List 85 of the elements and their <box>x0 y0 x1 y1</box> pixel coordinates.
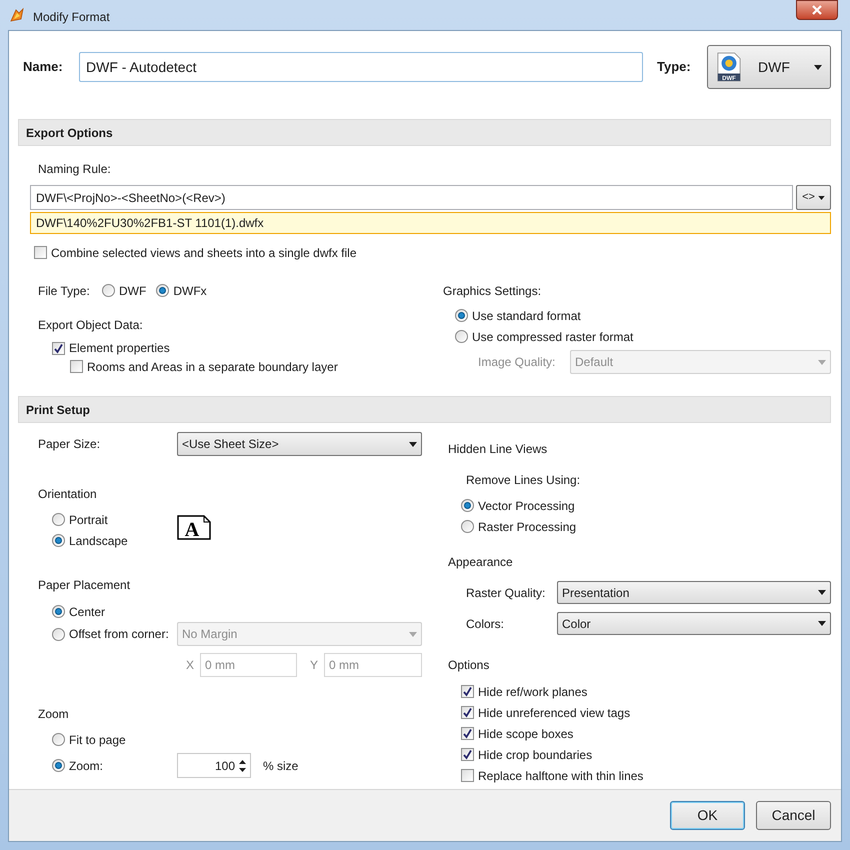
radio-button[interactable] <box>52 513 65 526</box>
caret-icon <box>409 632 417 636</box>
radio-label: Portrait <box>69 512 108 528</box>
field-label: Orientation <box>38 486 98 502</box>
radio-label: DWF <box>119 282 146 300</box>
window-title: Modify Format <box>33 9 110 26</box>
radio-button[interactable] <box>102 284 115 297</box>
naming-rule-field[interactable]: DWF\<ProjNo>-<SheetNo>(<Rev>) <box>30 185 793 210</box>
close-button[interactable] <box>796 0 838 20</box>
insert-button[interactable]: <> <box>796 185 831 210</box>
spin-field[interactable]: 100 <box>177 753 251 778</box>
field-label: Y <box>310 657 320 674</box>
preview-field: DWF\140%2FU30%2FB1-ST 1101(1).dwfx <box>30 212 831 234</box>
checkbox-label: Replace halftone with thin lines <box>478 768 644 784</box>
field-label: Name: <box>23 58 64 76</box>
dialog-button[interactable]: OK <box>670 801 745 830</box>
radio-label: Vector Processing <box>478 498 575 514</box>
field-label: Hidden Line Views <box>448 441 548 457</box>
checkbox[interactable] <box>34 246 47 259</box>
checkbox[interactable] <box>70 360 83 374</box>
radio-label: Center <box>69 604 106 620</box>
caret-icon <box>814 64 822 70</box>
checkbox-label: Combine selected views and sheets into a single dwfx file <box>51 244 356 262</box>
checkbox-label: Hide scope boxes <box>478 726 574 742</box>
section-header: Export Options <box>18 119 831 146</box>
caret-icon <box>818 360 826 364</box>
field-label: Image Quality: <box>478 354 556 371</box>
field-label: Colors: <box>466 616 506 632</box>
radio-label: Offset from corner: <box>69 626 169 643</box>
dropdown[interactable]: Presentation <box>557 581 831 604</box>
orientation-icon: A <box>177 515 211 540</box>
field-label: Type: <box>657 58 692 76</box>
field-label: Graphics Settings: <box>443 282 542 300</box>
radio-label: DWFx <box>173 282 207 300</box>
field-label: Paper Size: <box>38 436 102 453</box>
checkbox-label: Hide unreferenced view tags <box>478 704 630 722</box>
dropdown[interactable]: Color <box>557 612 831 635</box>
radio-button[interactable] <box>52 759 65 772</box>
field-label: X <box>186 657 196 674</box>
caret-icon <box>818 196 825 200</box>
caret-icon <box>818 621 826 626</box>
radio-button[interactable] <box>455 309 468 322</box>
caret-icon <box>818 590 826 595</box>
app-icon <box>9 7 25 23</box>
caret-icon <box>409 442 417 446</box>
radio-label: Zoom: <box>69 758 104 774</box>
radio-label: Use compressed raster format <box>472 328 634 346</box>
checkbox[interactable] <box>461 769 474 782</box>
field-label: Raster Quality: <box>466 584 546 602</box>
field-label: Export Object Data: <box>38 317 144 334</box>
checkbox[interactable] <box>461 748 474 761</box>
radio-label: Raster Processing <box>478 518 576 536</box>
radio-button[interactable] <box>52 628 65 640</box>
field-label: Appearance <box>448 554 514 570</box>
dialog-button[interactable]: Cancel <box>756 801 831 830</box>
checkbox-label: Element properties <box>69 340 170 357</box>
radio-label: Use standard format <box>472 308 581 324</box>
close-icon <box>812 5 822 15</box>
checkbox[interactable] <box>461 727 474 740</box>
checkbox[interactable] <box>52 342 65 354</box>
name-field[interactable]: DWF - Autodetect <box>79 52 643 82</box>
radio-button[interactable] <box>156 284 170 297</box>
radio-label: Fit to page <box>69 732 126 748</box>
field-label: Options <box>448 657 490 673</box>
checkbox-label: Hide ref/work planes <box>478 684 588 700</box>
section-header: Print Setup <box>18 396 831 423</box>
radio-button[interactable] <box>52 605 65 618</box>
radio-button[interactable] <box>455 330 468 343</box>
unit-label: % size <box>263 758 298 774</box>
field-label: File Type: <box>38 282 91 300</box>
field-label: Remove Lines Using: <box>466 472 582 488</box>
radio-button[interactable] <box>52 733 65 746</box>
dropdown[interactable]: <Use Sheet Size> <box>177 432 422 456</box>
radio-label: Landscape <box>69 532 128 550</box>
checkbox-label: Hide crop boundaries <box>478 746 592 764</box>
field-label: Naming Rule: <box>38 161 112 175</box>
radio-button[interactable] <box>461 520 474 533</box>
radio-button[interactable] <box>52 534 65 547</box>
checkbox[interactable] <box>461 706 474 719</box>
radio-button[interactable] <box>461 499 474 512</box>
checkbox[interactable] <box>461 685 474 698</box>
field-label: Zoom <box>38 706 70 722</box>
checkbox-label: Rooms and Areas in a separate boundary layer <box>87 358 338 376</box>
field-label: Paper Placement <box>38 577 132 593</box>
spin-arrows-icon <box>239 758 246 772</box>
